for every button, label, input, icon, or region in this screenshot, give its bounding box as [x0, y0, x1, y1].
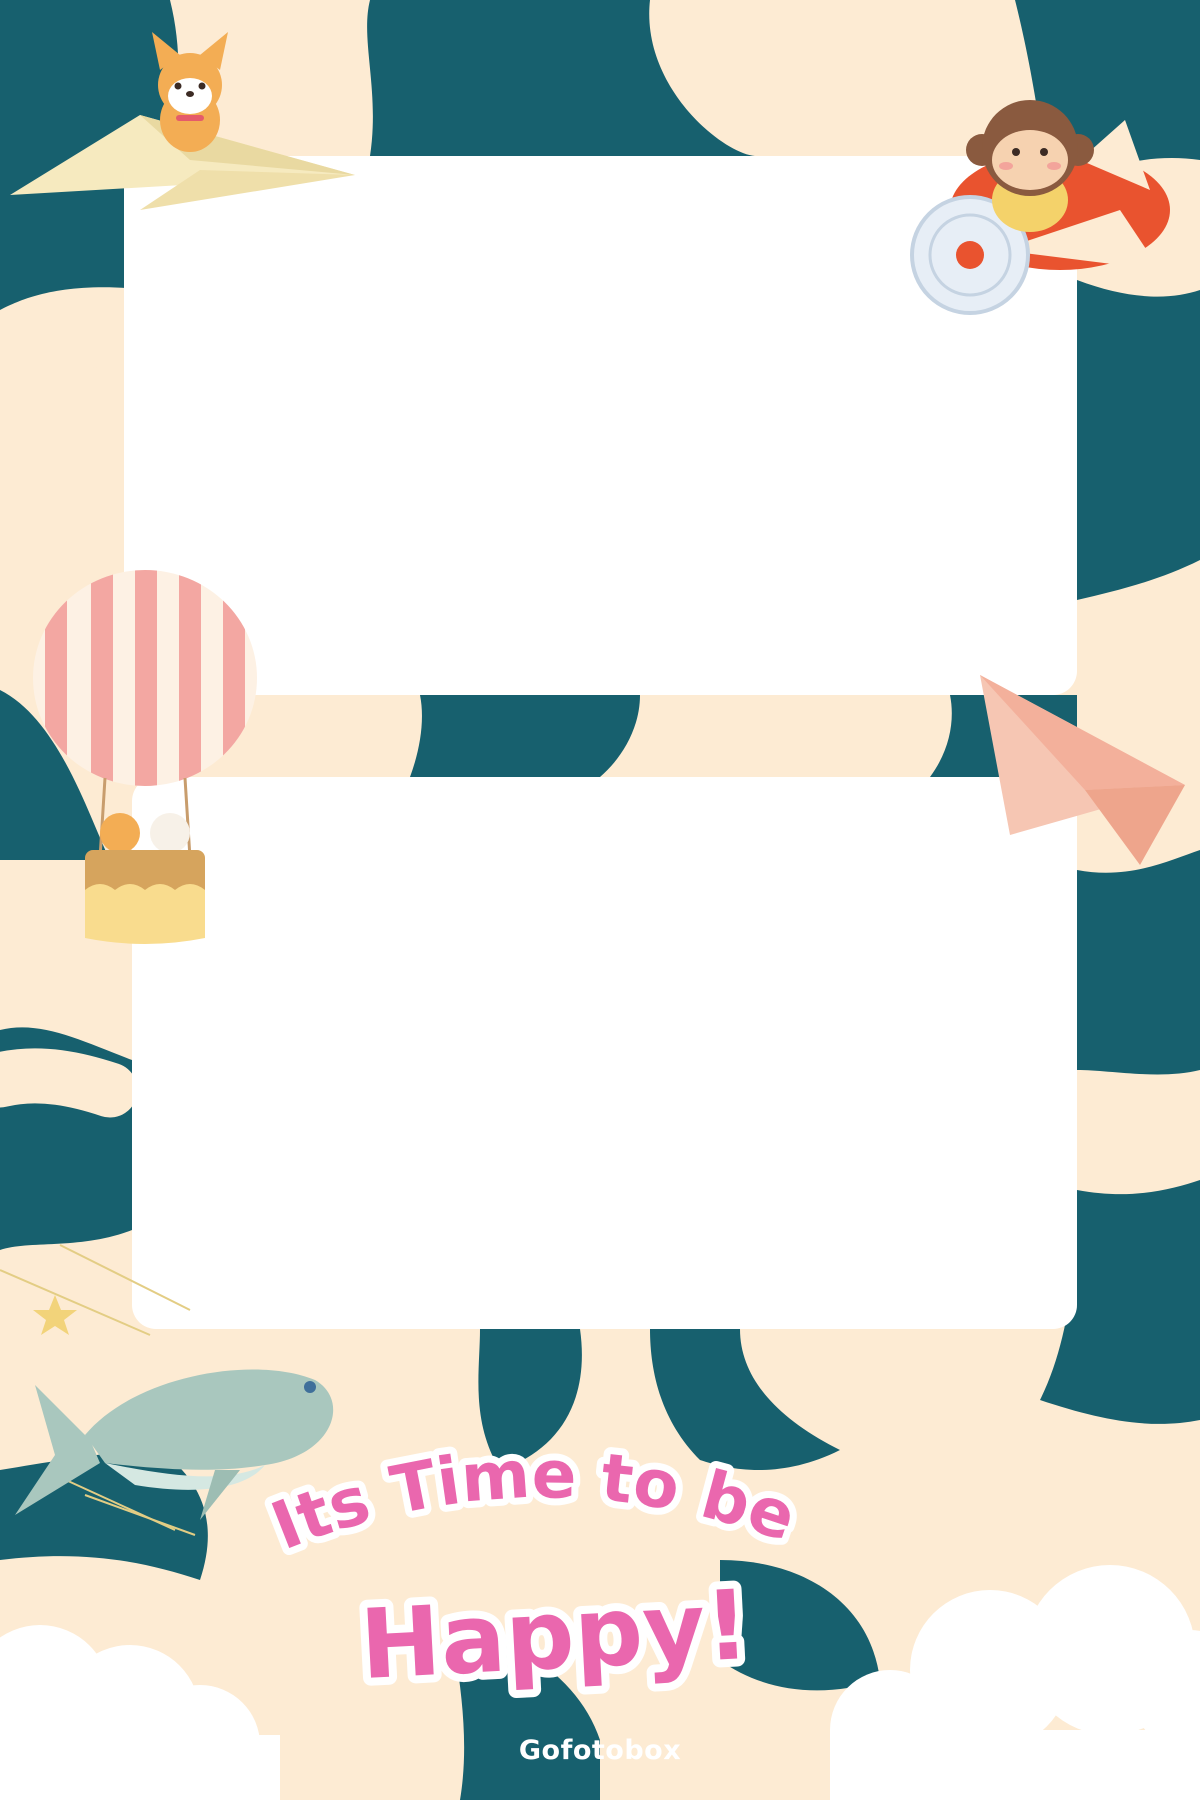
photo-strip-frame: Its Time to be Happy! Gofotobox: [0, 0, 1200, 1800]
brand-label: Gofotobox: [518, 1735, 682, 1766]
headline-line2: Happy!: [358, 1569, 752, 1701]
headline: Its Time to be Happy!: [254, 1429, 812, 1709]
headline-line1: Its Time to be: [261, 1436, 805, 1565]
